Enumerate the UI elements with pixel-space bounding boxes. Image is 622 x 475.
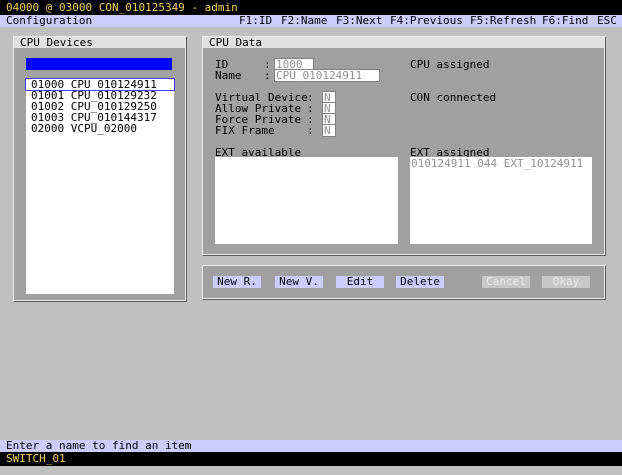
- cpu-device-list[interactable]: 01000 CPU_010124911 01001 CPU_010129232 01…: [25, 78, 175, 294]
- fix-frame-label: FIX Frame: [215, 124, 275, 137]
- menu-section-label: Configuration: [6, 14, 93, 27]
- menu-bar: Configuration F1:ID F2:Name F3:Next F4:P…: [0, 15, 622, 27]
- menu-key-f1-id[interactable]: F1:ID: [239, 15, 272, 26]
- ext-assigned-list[interactable]: 010124911 044 EXT_10124911: [410, 157, 592, 244]
- cpu-data-title: CPU Data: [209, 36, 262, 49]
- cpu-devices-header: CPU Devices: [14, 37, 185, 48]
- menu-key-f4-previous[interactable]: F4:Previous: [390, 15, 463, 26]
- button-bar: New R. New V. Edit Delete Cancel Okay: [202, 265, 605, 299]
- okay-button[interactable]: Okay: [542, 276, 590, 288]
- menu-key-f5-refresh[interactable]: F5:Refresh: [470, 15, 536, 26]
- name-label: Name: [215, 69, 242, 82]
- title-text: 04000 @ 03000 CON_010125349 - admin: [6, 1, 238, 14]
- cancel-button[interactable]: Cancel: [482, 276, 530, 288]
- title-bar: 04000 @ 03000 CON_010125349 - admin: [0, 0, 622, 15]
- name-field[interactable]: CPU_010124911: [274, 69, 380, 82]
- cpu-assigned-label: CPU assigned: [410, 58, 490, 71]
- fix-frame-colon: :: [307, 124, 314, 137]
- edit-button[interactable]: Edit: [336, 276, 384, 288]
- footer-bar: SWITCH_01: [0, 452, 622, 466]
- menu-key-f3-next[interactable]: F3:Next: [336, 15, 382, 26]
- footer-text: SWITCH_01: [6, 452, 66, 465]
- cpu-devices-panel: CPU Devices 01000 CPU_010124911 01001 CPU…: [13, 36, 186, 301]
- new-v-button[interactable]: New V.: [275, 276, 323, 288]
- menu-key-f6-find[interactable]: F6:Find: [542, 15, 588, 26]
- status-hint-bar: Enter a name to find an item: [0, 440, 622, 452]
- new-r-button[interactable]: New R.: [213, 276, 261, 288]
- ext-available-list[interactable]: [215, 157, 398, 244]
- delete-button[interactable]: Delete: [396, 276, 444, 288]
- cpu-data-panel: CPU Data ID : 1000 Name : CPU_010124911 …: [202, 36, 605, 255]
- menu-key-esc[interactable]: ESC: [597, 15, 617, 26]
- device-id: 02000: [31, 122, 65, 135]
- cpu-devices-title: CPU Devices: [20, 36, 93, 49]
- menu-key-f2-name[interactable]: F2:Name: [281, 15, 327, 26]
- device-list-item[interactable]: 02000 VCPU_02000: [26, 123, 174, 134]
- status-hint-text: Enter a name to find an item: [6, 439, 192, 452]
- device-name: VCPU_02000: [70, 122, 137, 135]
- fix-frame-field[interactable]: N: [322, 124, 336, 137]
- ext-assigned-item[interactable]: 010124911 044 EXT_10124911: [411, 158, 583, 169]
- cpu-data-header: CPU Data: [203, 37, 604, 48]
- con-connected-label: CON connected: [410, 91, 497, 104]
- name-colon: :: [264, 69, 271, 82]
- device-search-input[interactable]: [26, 58, 172, 70]
